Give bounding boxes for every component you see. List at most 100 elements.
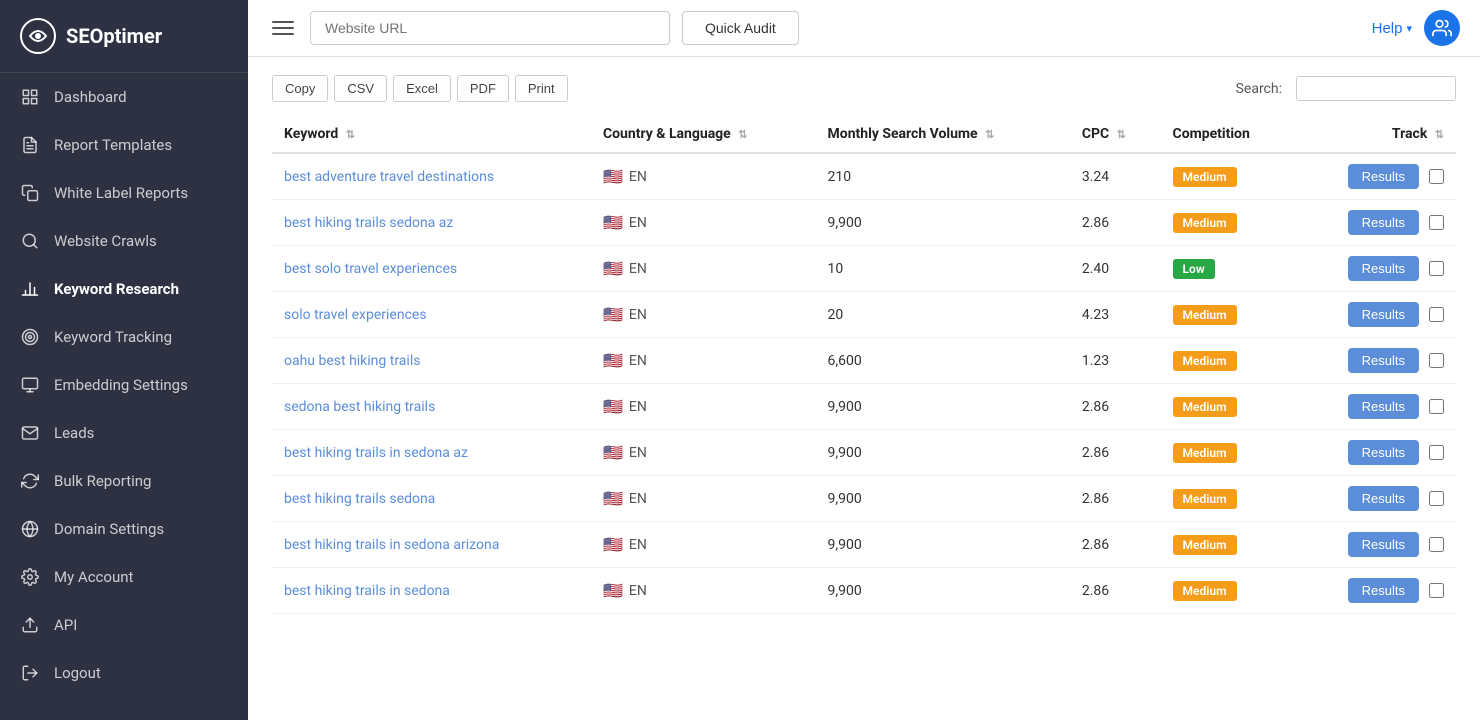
user-avatar[interactable] — [1424, 10, 1460, 46]
track-checkbox-6[interactable] — [1429, 445, 1444, 460]
sidebar-item-report-templates[interactable]: Report Templates — [0, 121, 248, 169]
sort-icon-track[interactable]: ⇅ — [1435, 128, 1444, 141]
pdf-button[interactable]: PDF — [457, 75, 509, 102]
table-row: best hiking trails in sedona 🇺🇸 EN 9,900… — [272, 568, 1456, 614]
flag-icon-2: 🇺🇸 — [603, 259, 623, 278]
results-button-7[interactable]: Results — [1348, 486, 1419, 511]
competition-badge-4: Medium — [1173, 351, 1237, 371]
track-checkbox-0[interactable] — [1429, 169, 1444, 184]
language-9: EN — [629, 583, 647, 599]
competition-badge-7: Medium — [1173, 489, 1237, 509]
sidebar-label-keyword-tracking: Keyword Tracking — [54, 328, 172, 346]
col-keyword: Keyword ⇅ — [272, 116, 591, 153]
sidebar-item-keyword-tracking[interactable]: Keyword Tracking — [0, 313, 248, 361]
flag-icon-0: 🇺🇸 — [603, 167, 623, 186]
sidebar-item-domain-settings[interactable]: Domain Settings — [0, 505, 248, 553]
cell-track-6: Results — [1296, 430, 1456, 476]
results-button-0[interactable]: Results — [1348, 164, 1419, 189]
flag-icon-3: 🇺🇸 — [603, 305, 623, 324]
language-8: EN — [629, 537, 647, 553]
cell-keyword-1: best hiking trails sedona az — [272, 200, 591, 246]
copy-button[interactable]: Copy — [272, 75, 328, 102]
csv-button[interactable]: CSV — [334, 75, 387, 102]
cell-volume-5: 9,900 — [816, 384, 1070, 430]
table-body: best adventure travel destinations 🇺🇸 EN… — [272, 153, 1456, 614]
sort-icon-keyword[interactable]: ⇅ — [346, 128, 355, 141]
track-checkbox-1[interactable] — [1429, 215, 1444, 230]
track-checkbox-3[interactable] — [1429, 307, 1444, 322]
cell-cpc-8: 2.86 — [1070, 522, 1161, 568]
cell-track-4: Results — [1296, 338, 1456, 384]
cell-country-2: 🇺🇸 EN — [591, 246, 816, 292]
cell-cpc-6: 2.86 — [1070, 430, 1161, 476]
sort-icon-cpc[interactable]: ⇅ — [1117, 128, 1126, 141]
track-checkbox-8[interactable] — [1429, 537, 1444, 552]
sidebar-item-keyword-research[interactable]: Keyword Research — [0, 265, 248, 313]
results-button-4[interactable]: Results — [1348, 348, 1419, 373]
hamburger-button[interactable] — [268, 17, 298, 39]
cell-cpc-9: 2.86 — [1070, 568, 1161, 614]
sidebar-label-website-crawls: Website Crawls — [54, 232, 157, 250]
results-button-8[interactable]: Results — [1348, 532, 1419, 557]
competition-badge-3: Medium — [1173, 305, 1237, 325]
track-checkbox-7[interactable] — [1429, 491, 1444, 506]
track-checkbox-2[interactable] — [1429, 261, 1444, 276]
cell-volume-1: 9,900 — [816, 200, 1070, 246]
sort-icon-country[interactable]: ⇅ — [738, 128, 747, 141]
cell-country-6: 🇺🇸 EN — [591, 430, 816, 476]
sidebar-item-logout[interactable]: Logout — [0, 649, 248, 697]
sidebar-item-white-label-reports[interactable]: White Label Reports — [0, 169, 248, 217]
cell-country-9: 🇺🇸 EN — [591, 568, 816, 614]
cell-keyword-8: best hiking trails in sedona arizona — [272, 522, 591, 568]
track-checkbox-4[interactable] — [1429, 353, 1444, 368]
cell-volume-3: 20 — [816, 292, 1070, 338]
sort-icon-volume[interactable]: ⇅ — [985, 128, 994, 141]
cell-competition-7: Medium — [1161, 476, 1296, 522]
results-button-9[interactable]: Results — [1348, 578, 1419, 603]
target-icon — [20, 327, 40, 347]
results-button-1[interactable]: Results — [1348, 210, 1419, 235]
globe-icon — [20, 519, 40, 539]
results-button-5[interactable]: Results — [1348, 394, 1419, 419]
search-input[interactable] — [1296, 76, 1456, 101]
help-button[interactable]: Help ▾ — [1372, 20, 1412, 37]
cell-competition-4: Medium — [1161, 338, 1296, 384]
cell-track-0: Results — [1296, 153, 1456, 200]
competition-badge-2: Low — [1173, 259, 1215, 279]
table-controls: Copy CSV Excel PDF Print Search: — [272, 75, 1456, 102]
sidebar-item-website-crawls[interactable]: Website Crawls — [0, 217, 248, 265]
track-checkbox-9[interactable] — [1429, 583, 1444, 598]
results-button-6[interactable]: Results — [1348, 440, 1419, 465]
flag-icon-8: 🇺🇸 — [603, 535, 623, 554]
excel-button[interactable]: Excel — [393, 75, 451, 102]
sidebar-item-my-account[interactable]: My Account — [0, 553, 248, 601]
cell-competition-3: Medium — [1161, 292, 1296, 338]
flag-icon-4: 🇺🇸 — [603, 351, 623, 370]
cell-volume-4: 6,600 — [816, 338, 1070, 384]
table-row: best hiking trails sedona 🇺🇸 EN 9,900 2.… — [272, 476, 1456, 522]
results-button-2[interactable]: Results — [1348, 256, 1419, 281]
quick-audit-button[interactable]: Quick Audit — [682, 11, 799, 45]
language-5: EN — [629, 399, 647, 415]
sidebar-item-api[interactable]: API — [0, 601, 248, 649]
logo-text: SEOptimer — [66, 24, 162, 48]
url-input[interactable] — [310, 11, 670, 45]
cell-cpc-2: 2.40 — [1070, 246, 1161, 292]
results-button-3[interactable]: Results — [1348, 302, 1419, 327]
competition-badge-6: Medium — [1173, 443, 1237, 463]
refresh-icon — [20, 471, 40, 491]
cell-keyword-5: sedona best hiking trails — [272, 384, 591, 430]
grid-icon — [20, 87, 40, 107]
sidebar-item-leads[interactable]: Leads — [0, 409, 248, 457]
cell-competition-6: Medium — [1161, 430, 1296, 476]
cell-country-8: 🇺🇸 EN — [591, 522, 816, 568]
col-volume: Monthly Search Volume ⇅ — [816, 116, 1070, 153]
sidebar-item-embedding-settings[interactable]: Embedding Settings — [0, 361, 248, 409]
sidebar-item-bulk-reporting[interactable]: Bulk Reporting — [0, 457, 248, 505]
flag-icon-5: 🇺🇸 — [603, 397, 623, 416]
print-button[interactable]: Print — [515, 75, 568, 102]
sidebar-label-keyword-research: Keyword Research — [54, 280, 179, 298]
sidebar-item-dashboard[interactable]: Dashboard — [0, 73, 248, 121]
track-checkbox-5[interactable] — [1429, 399, 1444, 414]
cell-competition-9: Medium — [1161, 568, 1296, 614]
